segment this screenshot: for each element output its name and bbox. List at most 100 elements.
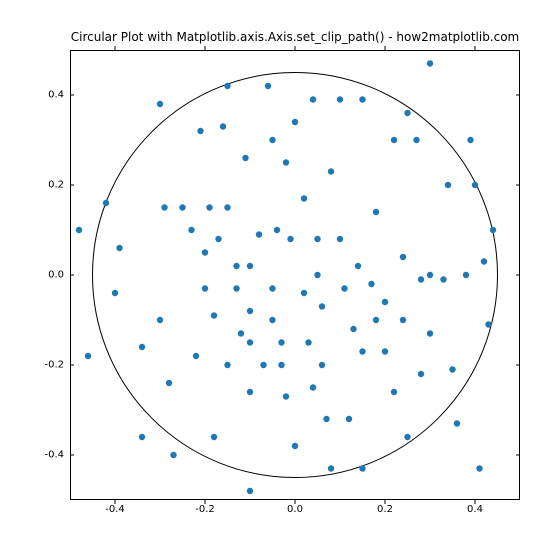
- figure: Circular Plot with Matplotlib.axis.Axis.…: [0, 0, 560, 560]
- x-tick-mark: [295, 500, 296, 504]
- scatter-point: [319, 303, 325, 309]
- scatter-point: [139, 434, 145, 440]
- scatter-point: [400, 317, 406, 323]
- scatter-point: [373, 209, 379, 215]
- scatter-point: [413, 137, 419, 143]
- x-tick-mark: [385, 500, 386, 504]
- scatter-point: [85, 353, 91, 359]
- scatter-point: [400, 254, 406, 260]
- scatter-point: [269, 285, 275, 291]
- scatter-point: [404, 434, 410, 440]
- scatter-point: [418, 371, 424, 377]
- scatter-point: [341, 285, 347, 291]
- scatter-point: [337, 236, 343, 242]
- scatter-point: [238, 330, 244, 336]
- scatter-point: [373, 317, 379, 323]
- scatter-point: [233, 263, 239, 269]
- scatter-point: [161, 204, 167, 210]
- scatter-point: [292, 119, 298, 125]
- scatter-point: [319, 362, 325, 368]
- scatter-point: [337, 96, 343, 102]
- scatter-point: [490, 227, 496, 233]
- scatter-point: [247, 263, 253, 269]
- scatter-point: [391, 137, 397, 143]
- scatter-point: [481, 258, 487, 264]
- scatter-point: [260, 362, 266, 368]
- scatter-point: [485, 321, 491, 327]
- scatter-point: [359, 348, 365, 354]
- scatter-point: [224, 204, 230, 210]
- y-tick-label: 0.4: [4, 90, 64, 101]
- scatter-point: [404, 110, 410, 116]
- scatter-point: [116, 245, 122, 251]
- x-tick-label: -0.4: [95, 504, 135, 515]
- scatter-point: [206, 204, 212, 210]
- x-tick-mark: [475, 500, 476, 504]
- scatter-point: [157, 101, 163, 107]
- scatter-point: [346, 416, 352, 422]
- scatter-point: [283, 393, 289, 399]
- scatter-point: [256, 231, 262, 237]
- scatter-point: [220, 123, 226, 129]
- scatter-point: [467, 137, 473, 143]
- scatter-point: [202, 285, 208, 291]
- x-tick-mark: [205, 500, 206, 504]
- x-tick-label: 0.2: [365, 504, 405, 515]
- scatter-point: [350, 326, 356, 332]
- scatter-point: [301, 195, 307, 201]
- scatter-point: [215, 236, 221, 242]
- scatter-point: [247, 488, 253, 494]
- scatter-point: [211, 312, 217, 318]
- scatter-point: [382, 348, 388, 354]
- scatter-point: [166, 380, 172, 386]
- scatter-point: [274, 227, 280, 233]
- scatter-point: [278, 362, 284, 368]
- scatter-point: [472, 182, 478, 188]
- x-tick-mark: [115, 500, 116, 504]
- scatter-point: [76, 227, 82, 233]
- scatter-point: [310, 384, 316, 390]
- scatter-point: [211, 434, 217, 440]
- scatter-point: [269, 317, 275, 323]
- clip-circle: [93, 73, 498, 478]
- chart-title: Circular Plot with Matplotlib.axis.Axis.…: [70, 30, 520, 44]
- scatter-point: [476, 465, 482, 471]
- scatter-point: [427, 60, 433, 66]
- scatter-point: [359, 96, 365, 102]
- scatter-point: [197, 128, 203, 134]
- scatter-point: [112, 290, 118, 296]
- scatter-point: [427, 330, 433, 336]
- y-tick-label: -0.4: [4, 450, 64, 461]
- x-tick-label: 0.0: [275, 504, 315, 515]
- scatter-point: [179, 204, 185, 210]
- scatter-point: [224, 83, 230, 89]
- scatter-point: [287, 236, 293, 242]
- scatter-point: [265, 83, 271, 89]
- scatter-point: [323, 416, 329, 422]
- scatter-point: [188, 227, 194, 233]
- scatter-point: [427, 272, 433, 278]
- plot-area: [70, 50, 520, 500]
- scatter-point: [328, 465, 334, 471]
- scatter-point: [301, 290, 307, 296]
- x-tick-label: 0.4: [455, 504, 495, 515]
- scatter-point: [170, 452, 176, 458]
- scatter-point: [103, 200, 109, 206]
- y-tick-label: 0.0: [4, 270, 64, 281]
- scatter-point: [305, 339, 311, 345]
- scatter-point: [310, 96, 316, 102]
- scatter-point: [359, 465, 365, 471]
- scatter-point: [233, 285, 239, 291]
- scatter-points: [76, 60, 496, 494]
- scatter-point: [157, 317, 163, 323]
- scatter-point: [278, 339, 284, 345]
- scatter-point: [247, 389, 253, 395]
- scatter-point: [247, 308, 253, 314]
- scatter-point: [418, 276, 424, 282]
- scatter-point: [328, 168, 334, 174]
- scatter-point: [193, 353, 199, 359]
- scatter-point: [445, 182, 451, 188]
- scatter-point: [391, 389, 397, 395]
- y-tick-label: -0.2: [4, 360, 64, 371]
- scatter-point: [382, 299, 388, 305]
